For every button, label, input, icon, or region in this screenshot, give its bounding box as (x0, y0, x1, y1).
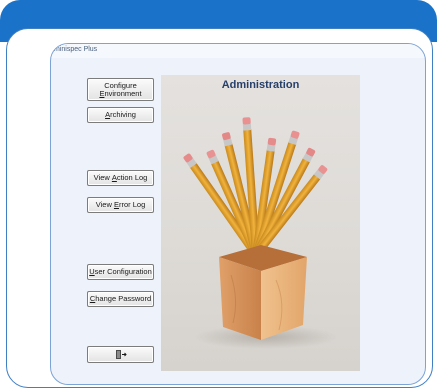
pencils (183, 117, 328, 260)
configure-environment-line2: Environment (99, 88, 142, 98)
view-error-log-button[interactable]: View Error Log (87, 197, 154, 213)
exit-button[interactable] (87, 346, 154, 363)
page-frame: minispec Plus Configure Environment Arch… (0, 0, 437, 391)
archiving-button[interactable]: Archiving (87, 107, 154, 123)
titlebar: minispec Plus (51, 44, 425, 58)
change-password-button[interactable]: Change Password (87, 291, 154, 307)
configure-environment-button[interactable]: Configure Environment (87, 78, 154, 101)
view-error-log-pre: View (95, 200, 112, 209)
exit-door-icon (114, 349, 128, 360)
pencil-cup-illustration (183, 117, 338, 349)
view-action-log-rest: ction Log (116, 173, 148, 182)
change-password-rest: hange Password (95, 294, 152, 303)
configure-environment-line2-rest: nvironment (104, 88, 142, 98)
app-window: minispec Plus Configure Environment Arch… (50, 43, 426, 385)
view-error-log-rest: rror Log (118, 200, 146, 209)
view-action-log-pre: View (93, 173, 110, 182)
wooden-cup (219, 245, 307, 340)
user-configuration-rest: ser Configuration (94, 267, 152, 276)
user-configuration-button[interactable]: User Configuration (87, 264, 154, 280)
view-action-log-button[interactable]: View Action Log (87, 170, 154, 186)
window-title: minispec Plus (54, 46, 98, 53)
administration-picture: Administration (161, 75, 360, 371)
archiving-label-rest: rchiving (110, 110, 136, 119)
